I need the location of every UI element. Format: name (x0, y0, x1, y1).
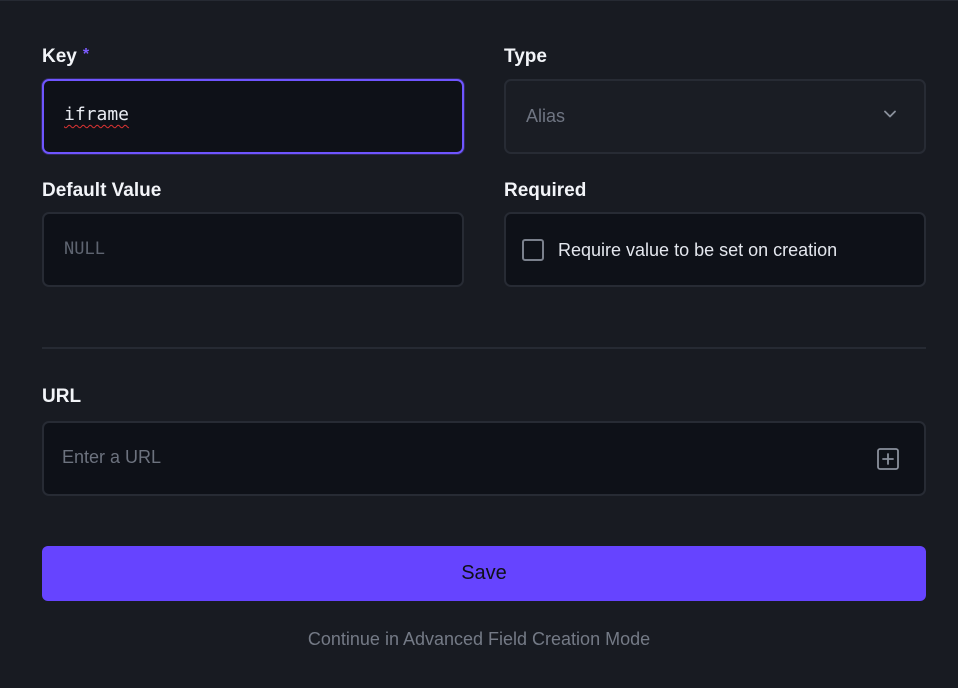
section-divider (42, 347, 926, 349)
default-value-label: Default Value (42, 180, 162, 201)
chevron-down-icon (884, 110, 896, 118)
required-checkbox-row[interactable]: Require value to be set on creation (504, 212, 926, 287)
key-label-text: Key (42, 46, 77, 67)
default-value-input[interactable]: NULL (42, 212, 464, 287)
url-label: URL (42, 386, 82, 407)
add-square-icon[interactable] (876, 447, 900, 471)
required-checkbox[interactable] (522, 239, 544, 261)
required-marker: * (82, 46, 90, 63)
key-label: Key * (42, 46, 89, 68)
type-select[interactable]: Alias (504, 79, 926, 154)
advanced-mode-link[interactable]: Continue in Advanced Field Creation Mode (0, 629, 958, 650)
key-input-value: iframe (64, 104, 130, 125)
key-input[interactable]: iframe (42, 79, 464, 154)
url-input[interactable] (62, 447, 842, 468)
url-input-box[interactable] (42, 421, 926, 496)
required-checkbox-label[interactable]: Require value to be set on creation (558, 240, 837, 261)
type-label: Type (504, 46, 547, 67)
type-select-value: Alias (526, 106, 566, 126)
field-config-panel: Key * iframe Type Alias Default Value NUL… (0, 0, 958, 688)
required-label: Required (504, 180, 587, 201)
save-button[interactable]: Save (42, 546, 926, 601)
default-value-placeholder: NULL (64, 239, 105, 259)
